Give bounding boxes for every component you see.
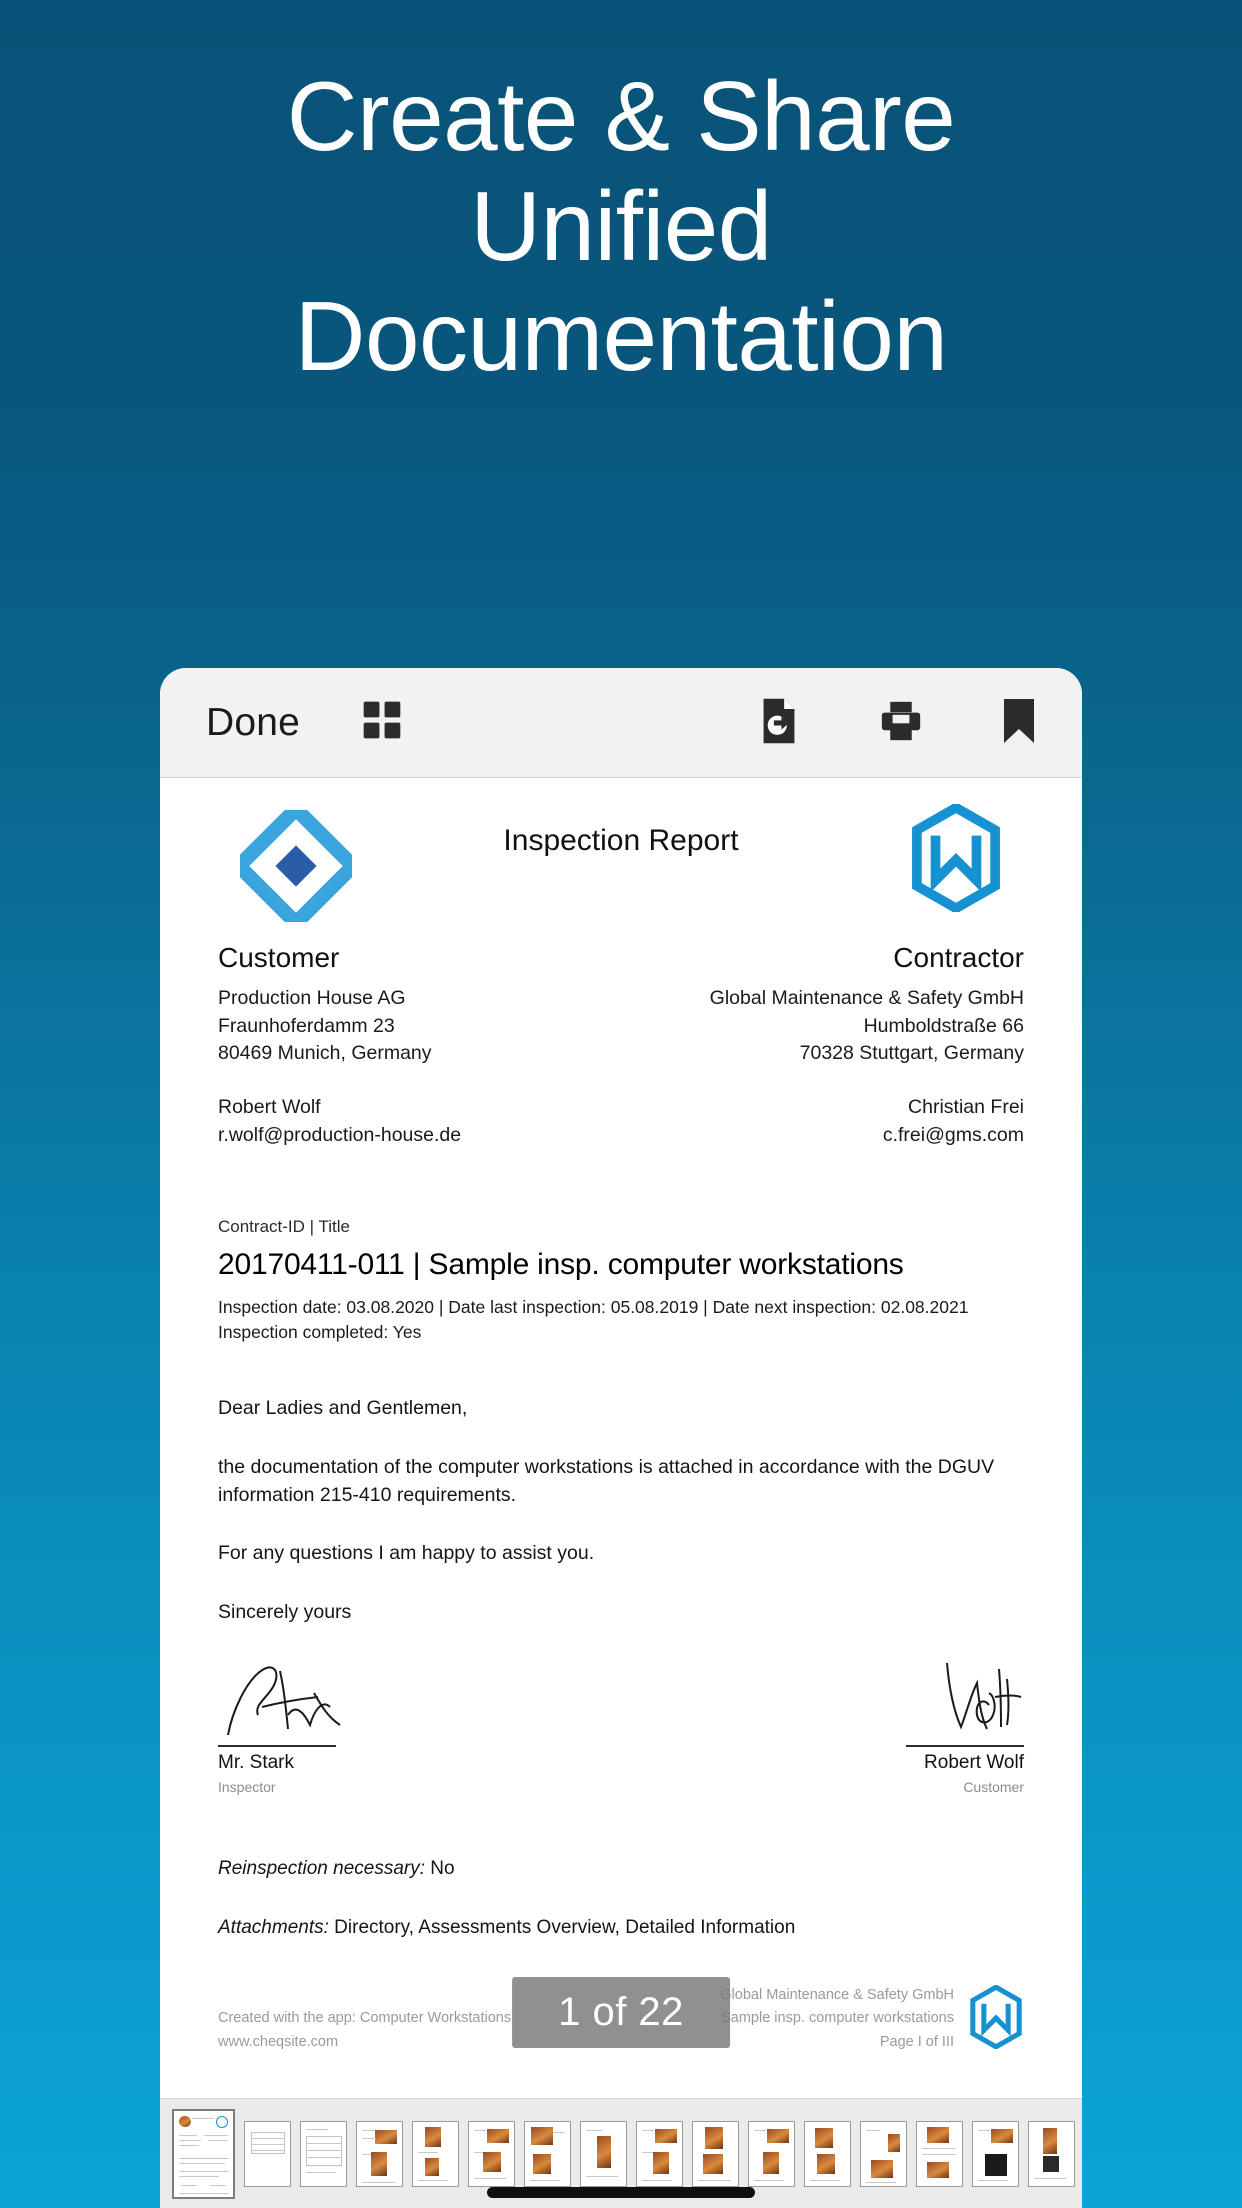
contractor-contact: Christian Frei	[908, 1096, 1024, 1119]
footer-created-with: Created with the app: Computer Workstati…	[218, 2010, 512, 2027]
customer-city: 80469 Munich, Germany	[218, 1042, 432, 1065]
headline-line-3: Documentation	[294, 280, 948, 391]
bookmark-icon[interactable]	[1002, 697, 1036, 750]
contractor-block: Contractor Global Maintenance & Safety G…	[653, 942, 1024, 1149]
letter-body: Dear Ladies and Gentlemen, the documenta…	[218, 1395, 1024, 1626]
inspector-role: Inspector	[218, 1778, 276, 1795]
contractor-email: c.frei@gms.com	[882, 1123, 1024, 1146]
customer-block: Customer Production House AG Fraunhoferd…	[218, 942, 589, 1149]
thumbnail-page-8[interactable]	[580, 2120, 627, 2187]
thumbnail-page-12[interactable]	[804, 2120, 851, 2187]
logo-row	[218, 778, 1024, 938]
footer-page-label: Page I of III	[879, 2033, 954, 2050]
thumbnail-page-1[interactable]	[172, 2108, 235, 2199]
inspection-completed: Inspection completed: Yes	[218, 1322, 422, 1343]
contract-id-label: Contract-ID | Title	[218, 1217, 350, 1237]
attachments-line: Attachments: Directory, Assessments Over…	[218, 1914, 1024, 1943]
grid-icon[interactable]	[360, 698, 404, 747]
pdf-viewer-toolbar: Done	[160, 668, 1082, 778]
footer-right: Global Maintenance & Safety GmbH Sample …	[720, 1984, 954, 2054]
page-indicator-badge: 1 of 22	[512, 1977, 730, 2048]
footer-logo-icon	[968, 1984, 1024, 2054]
customer-heading: Customer	[218, 942, 340, 973]
attachments-value: Directory, Assessments Overview, Detaile…	[334, 1917, 796, 1939]
inspector-signature: Mr. Stark Inspector	[218, 1653, 405, 1795]
home-indicator	[487, 2187, 755, 2198]
thumbnail-page-6[interactable]	[468, 2120, 515, 2187]
contractor-company: Global Maintenance & Safety GmbH	[709, 987, 1024, 1009]
pdf-page[interactable]: Inspection Report Customer Production Ho…	[160, 778, 1082, 2098]
contractor-heading: Contractor	[893, 942, 1024, 973]
contractor-street: Humboldstraße 66	[863, 1014, 1024, 1037]
thumbnail-page-15[interactable]	[972, 2120, 1019, 2187]
footer-doc-title: Sample insp. computer workstations	[721, 2010, 954, 2027]
headline-line-2: Unified	[470, 170, 772, 281]
signature-image-customer	[837, 1653, 1024, 1745]
thumbnail-page-16[interactable]	[1028, 2120, 1075, 2187]
footer-website: www.cheqsite.com	[218, 2033, 339, 2050]
customer-role: Customer	[963, 1778, 1024, 1795]
inspection-dates: Inspection date: 03.08.2020 | Date last …	[218, 1297, 969, 1318]
thumbnail-page-5[interactable]	[412, 2120, 459, 2187]
footer-right-wrap: Global Maintenance & Safety GmbH Sample …	[720, 1984, 1024, 2054]
parties-row: Customer Production House AG Fraunhoferd…	[218, 942, 1024, 1149]
thumbnail-page-11[interactable]	[748, 2120, 795, 2187]
reinspection-label: Reinspection necessary:	[218, 1857, 425, 1879]
inspector-name: Mr. Stark	[218, 1751, 295, 1773]
signature-row: Mr. Stark Inspector Robert Wolf Customer	[218, 1653, 1024, 1795]
thumbnail-page-14[interactable]	[916, 2120, 963, 2187]
letter-paragraph: the documentation of the computer workst…	[218, 1455, 995, 1506]
thumbnail-page-4[interactable]	[356, 2120, 403, 2187]
customer-signature: Robert Wolf Customer	[837, 1653, 1024, 1795]
promo-headline: Create & Share Unified Documentation	[0, 61, 1242, 391]
thumbnail-page-13[interactable]	[860, 2120, 907, 2187]
page-thumbnail-strip[interactable]	[160, 2098, 1082, 2208]
contractor-city: 70328 Stuttgart, Germany	[799, 1042, 1024, 1065]
letter-closing: Sincerely yours	[218, 1600, 352, 1623]
contract-title: 20170411-011 | Sample insp. computer wor…	[218, 1248, 904, 1282]
customer-name: Robert Wolf	[924, 1751, 1024, 1773]
customer-contact: Robert Wolf	[218, 1096, 321, 1119]
phone-screen: Done Inspection Report Customer Producti…	[160, 668, 1082, 2208]
customer-street: Fraunhoferdamm 23	[218, 1014, 395, 1037]
letter-salutation: Dear Ladies and Gentlemen,	[218, 1397, 468, 1420]
attachments-label: Attachments:	[218, 1917, 329, 1939]
notes-block: Reinspection necessary: No Attachments: …	[218, 1855, 1024, 1943]
print-icon[interactable]	[878, 698, 924, 749]
done-button[interactable]: Done	[206, 701, 300, 745]
footer-left: Created with the app: Computer Workstati…	[218, 2007, 511, 2054]
export-icon[interactable]	[758, 697, 800, 750]
thumbnail-page-10[interactable]	[692, 2120, 739, 2187]
reinspection-line: Reinspection necessary: No	[218, 1855, 1024, 1884]
customer-logo-icon	[228, 798, 364, 934]
signature-image-inspector	[218, 1653, 405, 1745]
footer-company: Global Maintenance & Safety GmbH	[720, 1986, 954, 2003]
thumbnail-page-3[interactable]	[300, 2120, 347, 2187]
customer-email: r.wolf@production-house.de	[218, 1123, 462, 1146]
thumbnail-page-9[interactable]	[636, 2120, 683, 2187]
thumbnail-page-2[interactable]	[244, 2120, 291, 2187]
reinspection-value: No	[430, 1857, 455, 1879]
thumbnail-page-7[interactable]	[524, 2120, 571, 2187]
headline-line-1: Create & Share	[286, 61, 956, 171]
contractor-logo-icon	[908, 802, 1004, 917]
contract-block: Contract-ID | Title 20170411-011 | Sampl…	[218, 1217, 1024, 1345]
toolbar-right-actions	[758, 668, 1036, 778]
customer-company: Production House AG	[218, 987, 406, 1009]
letter-question: For any questions I am happy to assist y…	[218, 1542, 595, 1565]
